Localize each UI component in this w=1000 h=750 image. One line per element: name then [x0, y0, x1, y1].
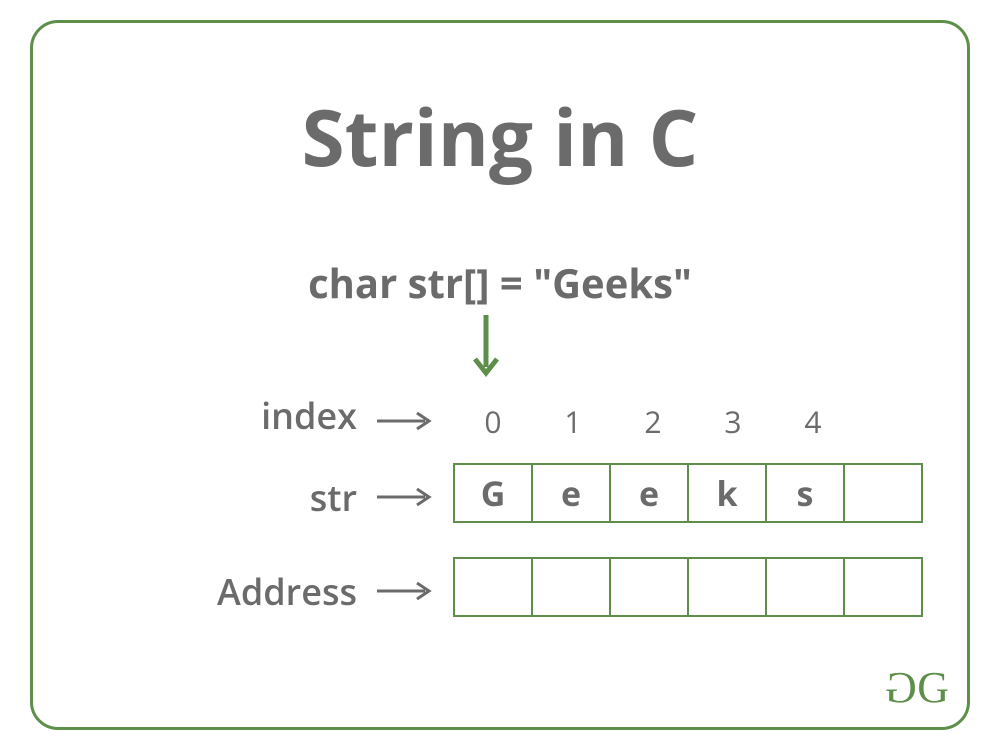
diagram-title: String in C: [33, 83, 967, 189]
index-value: 4: [773, 401, 853, 442]
geeksforgeeks-logo: GG: [889, 662, 945, 713]
declaration-line: char str[] = "Geeks": [33, 255, 967, 310]
array-cell: k: [687, 463, 767, 523]
array-cell: [687, 557, 767, 617]
array-cell: e: [609, 463, 689, 523]
right-arrow-icon: [375, 411, 435, 431]
str-array: G e e k s: [453, 463, 923, 523]
array-cell: G: [453, 463, 533, 523]
array-cell: [453, 557, 533, 617]
right-arrow-icon: [375, 581, 435, 601]
address-array: [453, 557, 923, 617]
array-cell: [609, 557, 689, 617]
array-cell: e: [531, 463, 611, 523]
index-label: index: [261, 391, 357, 440]
array-cell: [531, 557, 611, 617]
declaration-lhs: char str[] =: [308, 255, 533, 310]
right-arrow-icon: [375, 487, 435, 507]
diagram-frame: String in C char str[] = "Geeks" index 0…: [30, 20, 970, 730]
declaration-rhs: "Geeks": [533, 255, 692, 310]
index-value: 1: [533, 401, 613, 442]
index-value: 2: [613, 401, 693, 442]
array-cell: [843, 557, 923, 617]
str-label: str: [310, 473, 357, 522]
index-value: 3: [693, 401, 773, 442]
index-value: 0: [453, 401, 533, 442]
array-cell: [843, 463, 923, 523]
address-label: Address: [217, 567, 357, 616]
array-cell: s: [765, 463, 845, 523]
down-arrow-icon: [469, 311, 503, 381]
array-cell: [765, 557, 845, 617]
index-numbers: 0 1 2 3 4: [453, 401, 853, 442]
